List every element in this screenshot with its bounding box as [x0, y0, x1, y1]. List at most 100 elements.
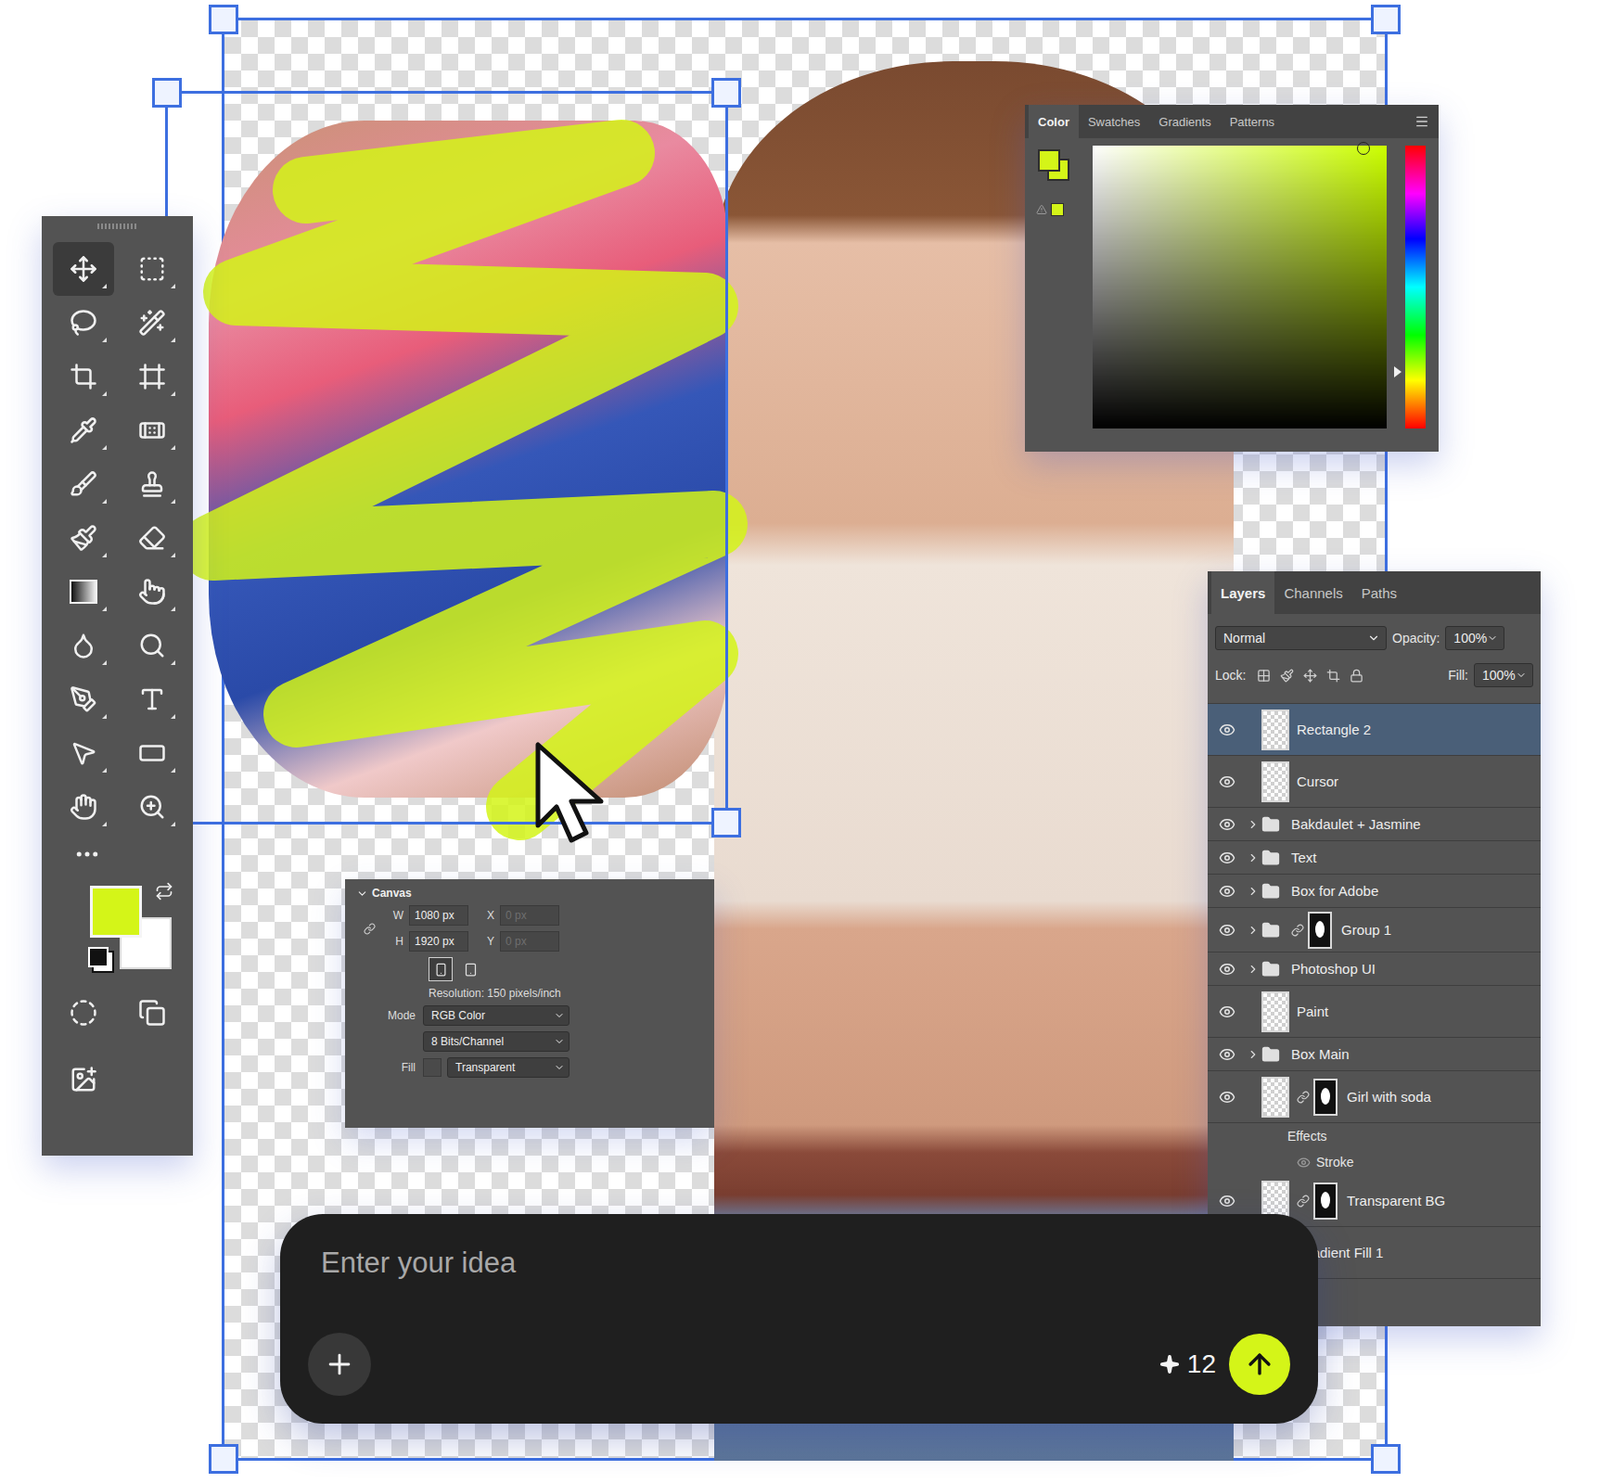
canvas-header[interactable]: Canvas — [356, 886, 704, 900]
panel-tab[interactable]: Gradients — [1149, 104, 1220, 139]
orientation-button[interactable] — [458, 957, 483, 982]
mask-thumbnail[interactable] — [1313, 1182, 1338, 1220]
foreground-swatch[interactable] — [89, 885, 142, 938]
lock-all-icon[interactable] — [1349, 668, 1364, 683]
screen-mode[interactable] — [121, 985, 183, 1040]
soda-photo[interactable] — [208, 120, 729, 798]
fill-select[interactable]: Transparent — [447, 1057, 570, 1078]
foreground-swatch[interactable] — [1037, 149, 1061, 172]
visibility-toggle[interactable] — [1207, 1003, 1247, 1021]
layer-row[interactable]: Group 1 — [1207, 908, 1541, 953]
opacity-field[interactable]: 100% — [1445, 626, 1505, 651]
layer-row[interactable]: Box Main — [1207, 1037, 1541, 1072]
visibility-toggle[interactable] — [1207, 849, 1247, 867]
layer-thumbnail[interactable] — [1261, 991, 1290, 1033]
layer-row[interactable]: Text — [1207, 841, 1541, 875]
resize-handle[interactable] — [1370, 4, 1401, 35]
y-field[interactable]: 0 px — [499, 931, 560, 952]
tool-button[interactable] — [52, 672, 115, 727]
fill-swatch[interactable] — [422, 1058, 442, 1077]
visibility-toggle[interactable] — [1207, 721, 1247, 739]
tool-button[interactable] — [52, 403, 115, 458]
send-button[interactable] — [1228, 1333, 1291, 1396]
hue-slider[interactable] — [1405, 145, 1426, 429]
layer-row[interactable]: Girl with soda — [1207, 1071, 1541, 1124]
tool-button[interactable] — [121, 672, 183, 727]
resize-handle[interactable] — [208, 1444, 239, 1474]
gamut-swatch[interactable] — [1050, 203, 1064, 217]
resize-handle[interactable] — [711, 807, 742, 838]
constrain-link[interactable] — [363, 922, 376, 935]
tool-button[interactable] — [121, 726, 183, 781]
generate-image[interactable] — [52, 1052, 115, 1107]
visibility-toggle[interactable] — [1207, 816, 1247, 833]
tool-button[interactable] — [52, 242, 115, 296]
tool-button[interactable] — [52, 780, 115, 834]
visibility-toggle[interactable] — [1207, 1192, 1247, 1210]
effect-visibility[interactable] — [1296, 1155, 1311, 1170]
layer-row[interactable]: Paint — [1207, 985, 1541, 1038]
visibility-toggle[interactable] — [1207, 883, 1247, 900]
visibility-toggle[interactable] — [1207, 960, 1247, 978]
tool-button[interactable] — [52, 726, 115, 781]
layer-row[interactable]: Rectangle 2 — [1207, 704, 1541, 756]
tool-button[interactable] — [121, 349, 183, 404]
visibility-toggle[interactable] — [1207, 1046, 1247, 1063]
tool-button[interactable] — [121, 295, 183, 350]
mode-select[interactable]: RGB Color — [422, 1005, 570, 1026]
layer-row[interactable]: Box for Adobe — [1207, 874, 1541, 909]
layer-thumbnail[interactable] — [1261, 761, 1290, 803]
expand-toggle[interactable] — [1246, 818, 1262, 832]
fill-field[interactable]: 100% — [1473, 663, 1534, 688]
visibility-toggle[interactable] — [1207, 773, 1247, 791]
tool-button[interactable] — [52, 349, 115, 404]
mask-thumbnail[interactable] — [1313, 1078, 1338, 1116]
mask-link[interactable] — [1296, 1090, 1310, 1104]
orientation-button[interactable] — [428, 957, 453, 982]
effects-header[interactable]: Effects — [1207, 1123, 1541, 1150]
saturation-field[interactable] — [1092, 145, 1387, 429]
tool-button[interactable] — [52, 457, 115, 512]
lock-artboard-icon[interactable] — [1326, 668, 1341, 683]
expand-toggle[interactable] — [1246, 851, 1262, 865]
expand-toggle[interactable] — [1246, 884, 1262, 898]
tool-button[interactable] — [52, 564, 115, 619]
lock-pixels-icon[interactable] — [1280, 668, 1294, 683]
visibility-toggle[interactable] — [1207, 1088, 1247, 1106]
resize-handle[interactable] — [711, 77, 742, 108]
lock-transparency-icon[interactable] — [1256, 668, 1271, 683]
default-colors-icon[interactable] — [88, 947, 109, 968]
add-button[interactable] — [307, 1332, 372, 1396]
mask-link[interactable] — [1296, 1194, 1310, 1208]
prompt-input[interactable] — [319, 1245, 1204, 1281]
height-field[interactable]: 1920 px — [409, 931, 469, 952]
toolbar-grip[interactable] — [97, 223, 139, 230]
panel-tab[interactable]: Layers — [1211, 571, 1275, 615]
lock-position-icon[interactable] — [1303, 668, 1318, 683]
mask-thumbnail[interactable] — [1307, 911, 1332, 949]
panel-tab[interactable]: Paths — [1352, 571, 1407, 615]
mask-link[interactable] — [1291, 923, 1305, 937]
visibility-toggle[interactable] — [1207, 921, 1247, 939]
swap-colors[interactable] — [154, 882, 174, 905]
layer-row[interactable]: Photoshop UI — [1207, 952, 1541, 986]
expand-toggle[interactable] — [1246, 923, 1262, 937]
resize-handle[interactable] — [1370, 1444, 1401, 1474]
x-field[interactable]: 0 px — [499, 905, 560, 926]
layer-thumbnail[interactable] — [1261, 1076, 1290, 1118]
width-field[interactable]: 1080 px — [409, 905, 469, 926]
hue-marker[interactable] — [1394, 366, 1402, 378]
effect-row[interactable]: Stroke — [1207, 1149, 1541, 1176]
expand-toggle[interactable] — [1246, 962, 1262, 976]
panel-tab[interactable]: Color — [1028, 104, 1079, 139]
tool-button[interactable] — [121, 403, 183, 458]
tool-button[interactable] — [121, 780, 183, 834]
tool-button[interactable] — [121, 564, 183, 619]
tool-button[interactable] — [121, 457, 183, 512]
resize-handle[interactable] — [152, 77, 182, 108]
tool-button[interactable] — [121, 511, 183, 565]
panel-menu[interactable] — [1414, 104, 1430, 139]
tool-button[interactable] — [52, 511, 115, 565]
layer-thumbnail[interactable] — [1261, 709, 1290, 751]
gamut-warning[interactable] — [1036, 203, 1064, 217]
